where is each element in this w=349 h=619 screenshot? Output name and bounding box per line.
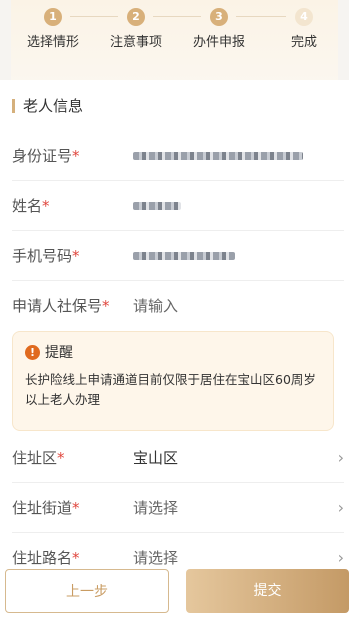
field-label: 身份证号 bbox=[12, 146, 73, 165]
required-mark: * bbox=[72, 548, 80, 566]
required-mark: * bbox=[72, 246, 80, 265]
phone-field[interactable]: 手机号码* bbox=[12, 230, 344, 281]
masked-value bbox=[133, 252, 235, 260]
phone-value[interactable] bbox=[133, 246, 344, 264]
step-1: 1 选择情形 bbox=[18, 8, 88, 50]
step-2: 2 注意事项 bbox=[101, 8, 171, 50]
step-4: 4 完成 bbox=[269, 8, 339, 50]
id-number-value[interactable] bbox=[133, 146, 344, 164]
masked-value bbox=[133, 152, 303, 160]
required-mark: * bbox=[72, 146, 80, 165]
chevron-right-icon: › bbox=[337, 447, 344, 467]
alert-title: 提醒 bbox=[45, 345, 73, 361]
warning-icon: ! bbox=[25, 344, 40, 360]
name-field[interactable]: 姓名* bbox=[12, 180, 344, 231]
road-value: 请选择 bbox=[133, 548, 179, 566]
field-label: 住址路名 bbox=[12, 548, 73, 566]
street-value: 请选择 bbox=[133, 498, 179, 517]
previous-step-button[interactable]: 上一步 bbox=[5, 569, 169, 613]
id-number-field[interactable]: 身份证号* bbox=[12, 130, 344, 181]
submit-button[interactable]: 提交 bbox=[186, 569, 349, 613]
step-label: 选择情形 bbox=[26, 35, 79, 50]
step-number: 3 bbox=[210, 8, 228, 26]
step-label: 注意事项 bbox=[109, 35, 162, 50]
required-mark: * bbox=[102, 296, 110, 315]
field-label: 姓名 bbox=[12, 196, 43, 215]
step-number: 2 bbox=[127, 8, 145, 26]
masked-value bbox=[133, 202, 181, 210]
field-label: 住址街道 bbox=[12, 498, 73, 517]
step-label: 办件申报 bbox=[192, 35, 245, 50]
step-number: 1 bbox=[44, 8, 62, 26]
step-3: 3 办件申报 bbox=[184, 8, 254, 50]
step-number: 4 bbox=[295, 8, 313, 26]
required-mark: * bbox=[42, 196, 50, 215]
name-value[interactable] bbox=[133, 196, 344, 214]
field-label: 手机号码 bbox=[12, 246, 73, 265]
required-mark: * bbox=[57, 448, 65, 467]
section-accent-bar bbox=[12, 98, 15, 113]
field-label: 住址区 bbox=[12, 448, 58, 467]
district-value: 宝山区 bbox=[133, 448, 179, 467]
chevron-right-icon: › bbox=[337, 497, 344, 517]
step-label: 完成 bbox=[290, 35, 317, 50]
chevron-right-icon: › bbox=[337, 547, 344, 566]
social-security-input[interactable]: 请输入 bbox=[133, 295, 344, 316]
road-select[interactable]: 住址路名* 请选择 › bbox=[12, 532, 344, 566]
social-security-field[interactable]: 申请人社保号* 请输入 bbox=[12, 280, 344, 330]
alert-text: 长护险线上申请通道目前仅限于居住在宝山区60周岁以上老人办理 bbox=[25, 372, 316, 407]
footer-bar: 上一步 提交 bbox=[0, 565, 349, 619]
district-select[interactable]: 住址区* 宝山区 › bbox=[12, 432, 344, 483]
section-title: 老人信息 bbox=[12, 95, 83, 116]
section-title-text: 老人信息 bbox=[23, 97, 84, 115]
street-select[interactable]: 住址街道* 请选择 › bbox=[12, 482, 344, 533]
field-label: 申请人社保号 bbox=[12, 296, 103, 315]
required-mark: * bbox=[72, 498, 80, 517]
form-card: 老人信息 身份证号* 姓名* 手机号码* 申请人社保号* 请输入 ! 提醒 长护… bbox=[0, 80, 349, 565]
reminder-alert: ! 提醒 长护险线上申请通道目前仅限于居住在宝山区60周岁以上老人办理 bbox=[12, 331, 334, 431]
